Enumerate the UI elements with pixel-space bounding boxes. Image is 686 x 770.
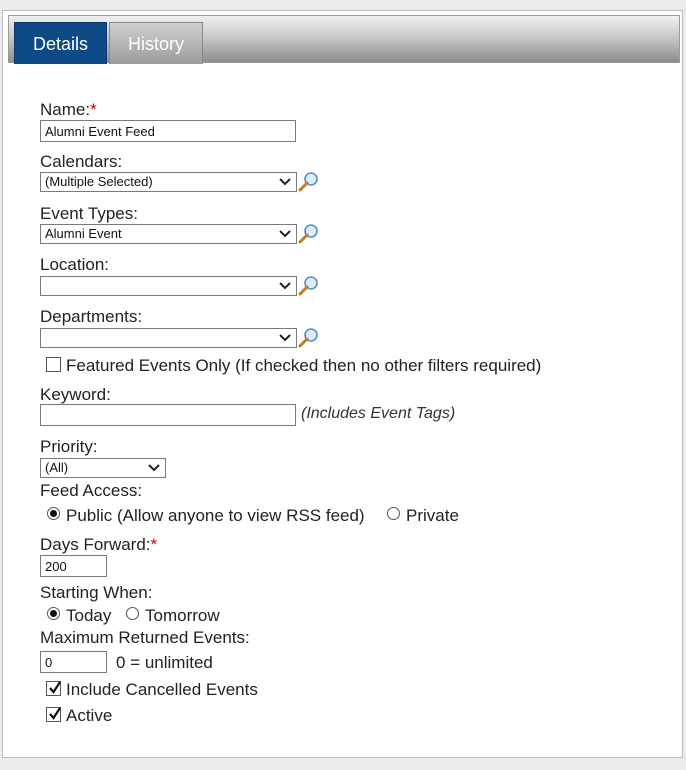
calendars-selected-value: (Multiple Selected) [45, 174, 153, 189]
priority-select[interactable]: (All) [40, 458, 166, 478]
event-types-selected-value: Alumni Event [45, 226, 122, 241]
departments-label: Departments: [40, 307, 143, 326]
starting-when-today-label: Today [66, 606, 112, 625]
feed-access-public-label: Public (Allow anyone to view RSS feed) [66, 506, 365, 525]
starting-when-tomorrow-label: Tomorrow [145, 606, 220, 625]
include-cancelled-checkbox[interactable] [46, 681, 61, 696]
starting-when-tomorrow-radio[interactable] [126, 607, 139, 620]
magnifier-icon[interactable] [298, 326, 320, 348]
include-cancelled-label: Include Cancelled Events [66, 680, 258, 699]
feed-access-private-label: Private [406, 506, 459, 525]
checkmark-icon [49, 707, 61, 720]
keyword-label: Keyword: [40, 385, 111, 404]
event-types-label: Event Types: [40, 204, 138, 223]
tab-history[interactable]: History [109, 22, 203, 64]
tab-details[interactable]: Details [14, 22, 107, 64]
max-events-input[interactable] [40, 651, 107, 673]
keyword-hint: (Includes Event Tags) [301, 405, 456, 422]
calendars-label: Calendars: [40, 152, 123, 171]
keyword-input[interactable] [40, 404, 296, 426]
starting-when-today-radio[interactable] [47, 607, 60, 620]
checkmark-icon [49, 681, 61, 694]
name-input[interactable] [40, 120, 296, 142]
days-forward-label: Days Forward:* [40, 535, 158, 554]
featured-only-label: Featured Events Only (If checked then no… [66, 356, 542, 375]
priority-selected-value: (All) [45, 460, 69, 475]
active-checkbox[interactable] [46, 707, 61, 722]
chevron-down-icon [279, 334, 291, 342]
magnifier-icon[interactable] [298, 274, 320, 296]
magnifier-icon[interactable] [298, 222, 320, 244]
location-select[interactable] [40, 276, 297, 296]
feed-access-label: Feed Access: [40, 481, 143, 500]
feed-access-public-radio[interactable] [47, 507, 60, 520]
chevron-down-icon [148, 464, 160, 472]
featured-only-checkbox[interactable] [46, 357, 61, 372]
priority-label: Priority: [40, 437, 98, 456]
departments-select[interactable] [40, 328, 297, 348]
max-events-hint: 0 = unlimited [116, 653, 213, 672]
chevron-down-icon [279, 282, 291, 290]
calendars-select[interactable]: (Multiple Selected) [40, 172, 297, 192]
max-events-label: Maximum Returned Events: [40, 628, 250, 647]
name-label: Name:* [40, 100, 97, 119]
chevron-down-icon [279, 230, 291, 238]
event-types-select[interactable]: Alumni Event [40, 224, 297, 244]
starting-when-label: Starting When: [40, 583, 153, 602]
days-forward-input[interactable] [40, 555, 107, 577]
location-label: Location: [40, 255, 109, 274]
required-mark: * [150, 535, 158, 554]
required-mark: * [90, 100, 97, 119]
tab-bar: Details History [8, 15, 680, 64]
active-label: Active [66, 706, 113, 725]
magnifier-icon[interactable] [298, 170, 320, 192]
feed-access-private-radio[interactable] [387, 507, 400, 520]
chevron-down-icon [279, 178, 291, 186]
